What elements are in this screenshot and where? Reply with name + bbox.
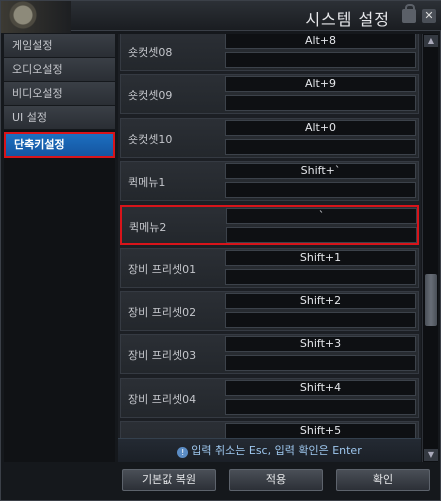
shortcut-key-secondary[interactable]: [225, 399, 416, 415]
window-title: 시스템 설정: [305, 10, 390, 29]
shortcut-key-primary[interactable]: Shift+5: [225, 423, 416, 439]
info-icon: !: [177, 447, 189, 458]
shortcut-key-primary[interactable]: Shift+2: [225, 293, 416, 309]
shortcut-key-secondary[interactable]: [225, 52, 416, 68]
menu-item-ui[interactable]: UI 설정: [4, 106, 115, 130]
shortcut-label: 숏컷셋08: [128, 46, 173, 59]
menu-item-shortcuts[interactable]: 단축키설정: [4, 132, 115, 158]
shortcut-row: 숏컷셋08 Alt+8: [120, 34, 419, 71]
shortcut-key-primary[interactable]: Shift+`: [225, 163, 416, 179]
shortcut-list: 숏컷셋08 Alt+8 숏컷셋09 Alt+9 숏컷셋10 Alt+0 퀵메뉴1…: [118, 34, 421, 462]
system-settings-window: 시스템 설정 ✕ 게임설정 오디오설정 비디오설정 UI 설정 단축키설정 숏컷…: [0, 0, 441, 501]
confirm-button[interactable]: 확인: [336, 469, 430, 491]
input-hint-bar: ! 입력 취소는 Esc, 입력 확인은 Enter: [118, 438, 421, 462]
settings-menu: 게임설정 오디오설정 비디오설정 UI 설정 단축키설정: [4, 34, 115, 462]
shortcut-key-primary[interactable]: Alt+8: [225, 34, 416, 49]
shortcut-key-primary[interactable]: `: [226, 208, 417, 224]
menu-item-game[interactable]: 게임설정: [4, 34, 115, 58]
shortcut-row: 숏컷셋09 Alt+9: [120, 74, 419, 114]
scrollbar[interactable]: ▲ ▼: [422, 34, 438, 462]
shortcut-label: 퀵메뉴1: [128, 176, 166, 189]
shortcut-key-primary[interactable]: Alt+0: [225, 120, 416, 136]
shortcut-row-selected: 퀵메뉴2 `: [120, 205, 419, 245]
shortcut-row: 장비 프리셋01 Shift+1: [120, 248, 419, 288]
shortcut-row: 장비 프리셋03 Shift+3: [120, 334, 419, 374]
menu-item-audio[interactable]: 오디오설정: [4, 58, 115, 82]
shortcut-label: 장비 프리셋04: [128, 393, 197, 406]
shortcut-row: 장비 프리셋04 Shift+4: [120, 378, 419, 418]
shortcut-label: 장비 프리셋01: [128, 263, 197, 276]
shortcut-row: 퀵메뉴1 Shift+`: [120, 161, 419, 201]
scroll-down-arrow-icon[interactable]: ▼: [424, 449, 438, 461]
title-bar[interactable]: 시스템 설정 ✕: [1, 1, 441, 33]
shortcut-key-secondary[interactable]: [225, 139, 416, 155]
shortcut-label: 퀵메뉴2: [129, 221, 167, 234]
shortcut-row: 장비 프리셋02 Shift+2: [120, 291, 419, 331]
shortcut-key-secondary[interactable]: [225, 182, 416, 198]
menu-item-video[interactable]: 비디오설정: [4, 82, 115, 106]
gear-emblem-icon: [1, 1, 71, 33]
shortcut-key-secondary[interactable]: [225, 269, 416, 285]
close-icon[interactable]: ✕: [422, 9, 436, 23]
shortcut-label: 장비 프리셋03: [128, 349, 197, 362]
shortcut-key-secondary[interactable]: [225, 95, 416, 111]
shortcut-row: 숏컷셋10 Alt+0: [120, 118, 419, 158]
shortcut-key-primary[interactable]: Alt+9: [225, 76, 416, 92]
scroll-thumb[interactable]: [425, 274, 437, 326]
apply-button[interactable]: 적용: [229, 469, 323, 491]
hint-text: 입력 취소는 Esc, 입력 확인은 Enter: [191, 444, 362, 457]
shortcut-label: 숏컷셋09: [128, 89, 173, 102]
shortcut-key-secondary[interactable]: [225, 355, 416, 371]
reset-defaults-button[interactable]: 기본값 복원: [122, 469, 216, 491]
shortcut-label: 숏컷셋10: [128, 133, 173, 146]
lock-icon[interactable]: [402, 4, 416, 23]
shortcut-label: 장비 프리셋02: [128, 306, 197, 319]
shortcut-key-primary[interactable]: Shift+4: [225, 380, 416, 396]
shortcut-key-secondary[interactable]: [226, 227, 417, 243]
shortcut-key-primary[interactable]: Shift+1: [225, 250, 416, 266]
shortcut-key-primary[interactable]: Shift+3: [225, 336, 416, 352]
shortcut-key-secondary[interactable]: [225, 312, 416, 328]
scroll-up-arrow-icon[interactable]: ▲: [424, 35, 438, 47]
